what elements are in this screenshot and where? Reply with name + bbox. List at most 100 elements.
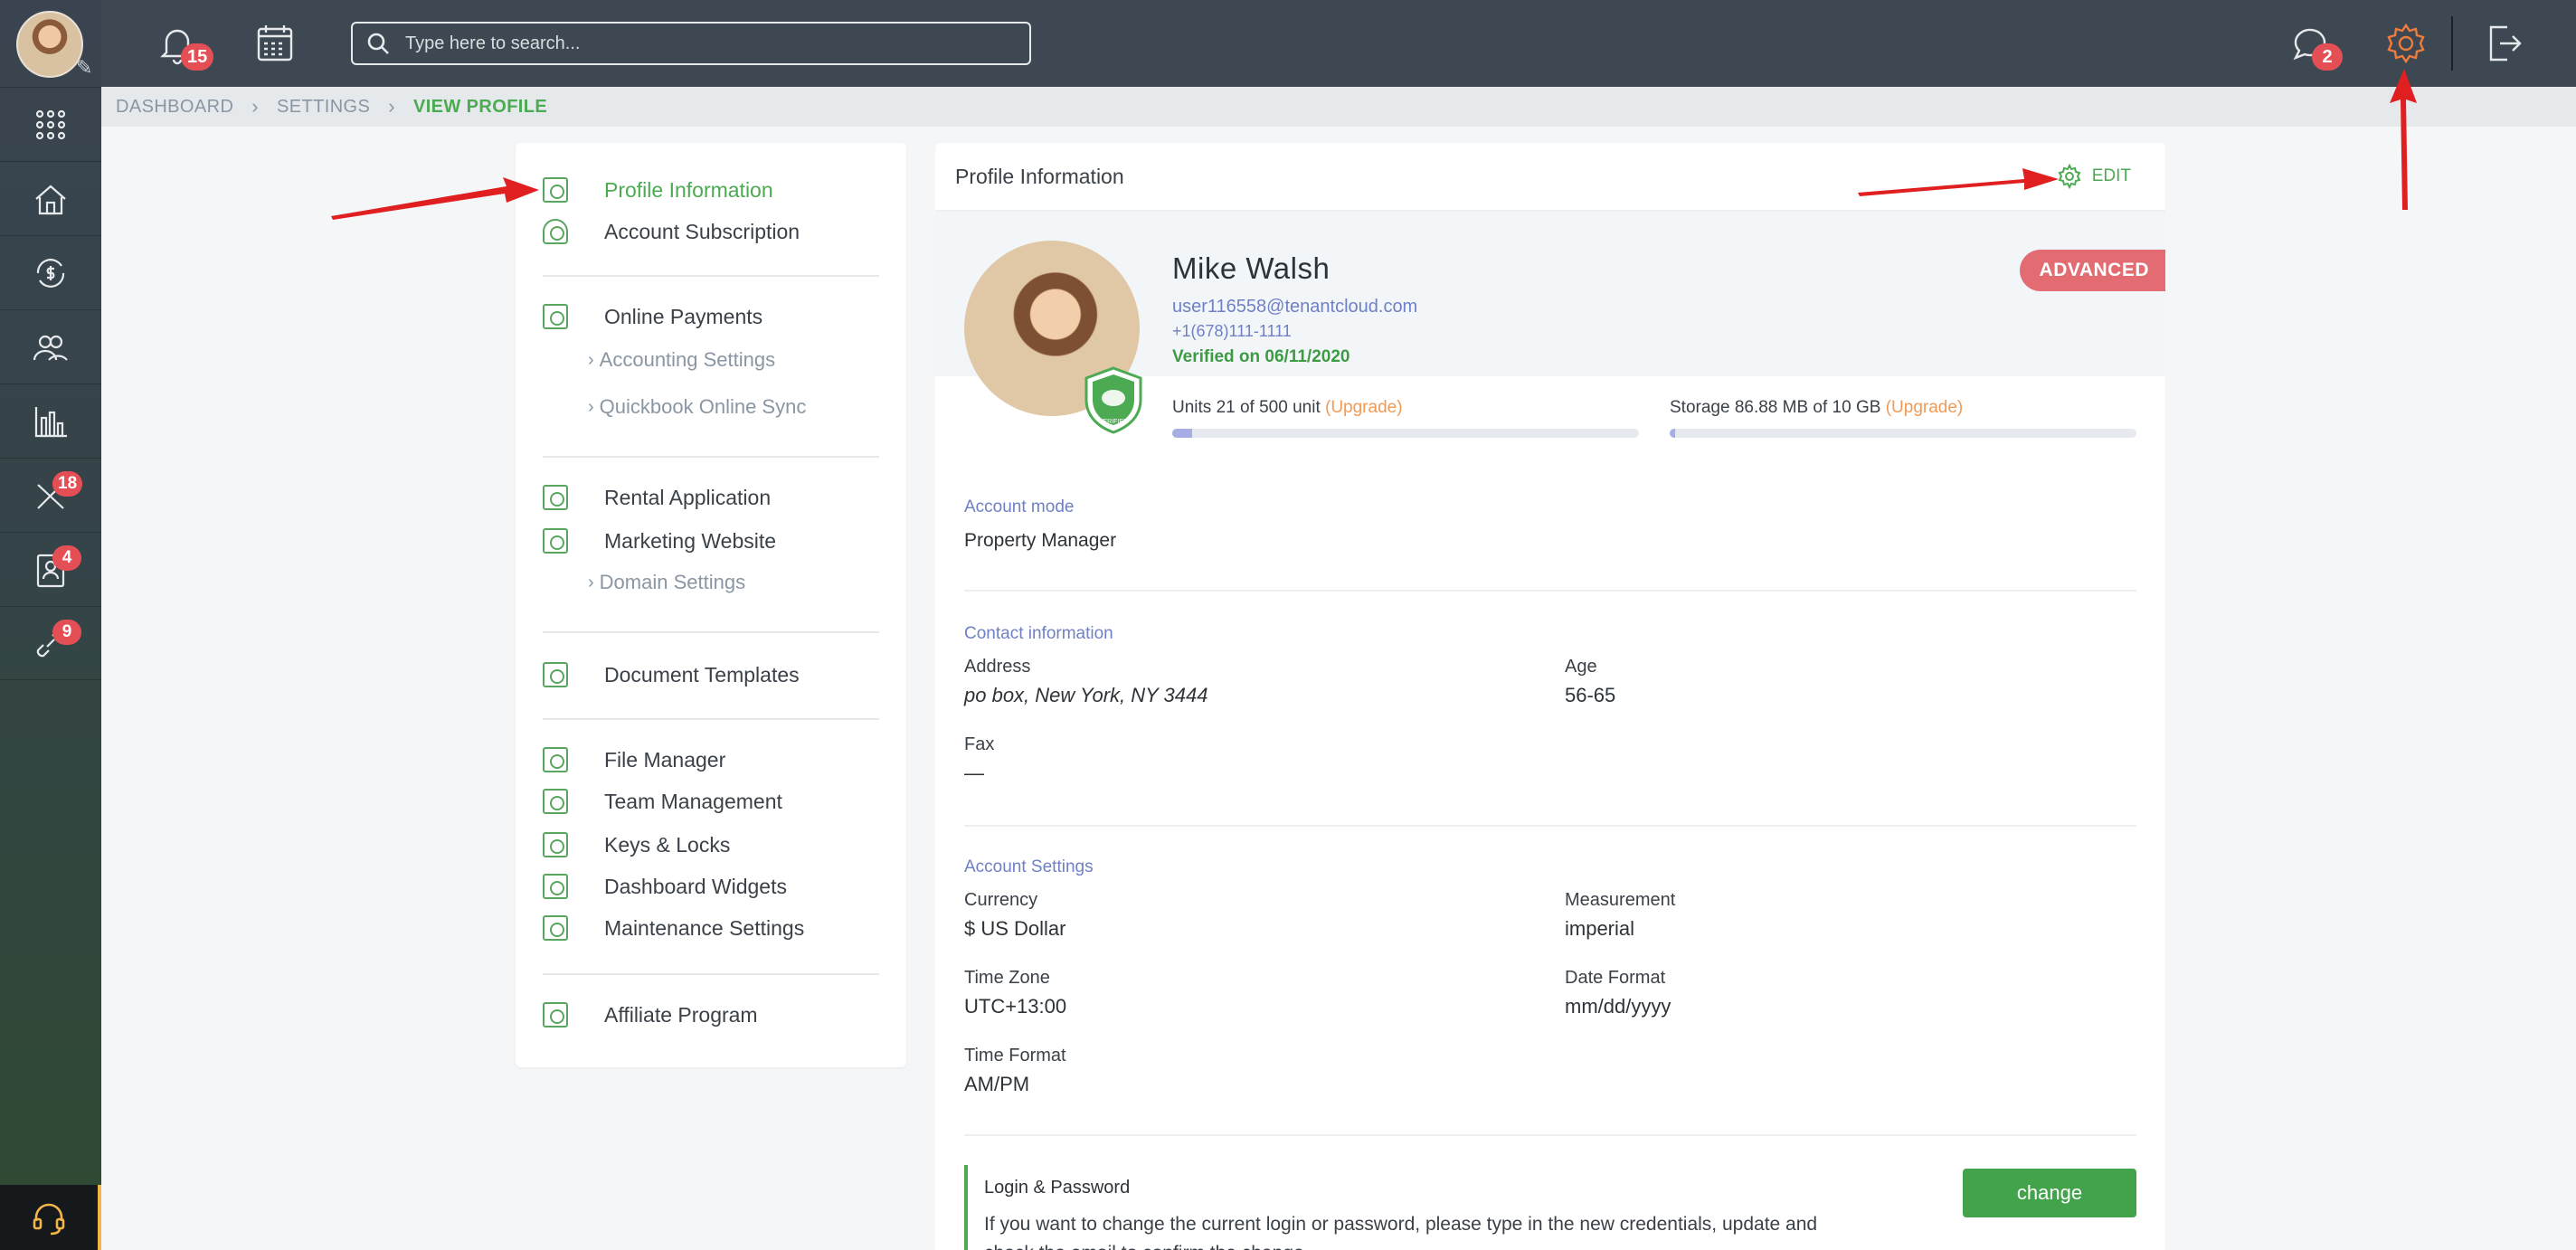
- contacts-badge: 4: [52, 545, 81, 571]
- section-divider: [964, 1134, 2136, 1136]
- age-value: 56-65: [1565, 684, 1616, 706]
- breadcrumb-current: VIEW PROFILE: [412, 96, 548, 117]
- menu-item-label: Accounting Settings: [599, 348, 776, 371]
- page-title: Profile Information: [955, 165, 1124, 188]
- currency-value: $ US Dollar: [964, 917, 1066, 940]
- calendar-icon: [257, 25, 293, 62]
- units-upgrade-link[interactable]: (Upgrade): [1325, 398, 1403, 417]
- pin-icon[interactable]: ✎: [76, 56, 92, 80]
- grid-dots-icon: [35, 109, 66, 139]
- account-mode-heading: Account mode: [964, 497, 1075, 516]
- breadcrumb-settings[interactable]: SETTINGS: [277, 97, 370, 118]
- chevron-right-icon: ›: [588, 396, 594, 417]
- menu-item-affiliate-program[interactable]: Affiliate Program: [543, 997, 758, 1033]
- house-icon: [35, 185, 66, 214]
- menu-item-online-payments[interactable]: Online Payments: [543, 298, 762, 335]
- calendar-button[interactable]: [251, 20, 298, 67]
- affiliate-icon: [543, 1002, 568, 1027]
- profile-card-header: Profile Information EDIT: [935, 143, 2165, 212]
- search-icon: [367, 33, 389, 54]
- links-badge: 9: [52, 620, 81, 645]
- menu-item-label: Maintenance Settings: [604, 915, 805, 940]
- menu-item-accounting-settings[interactable]: › Accounting Settings: [588, 342, 775, 378]
- menu-item-label: Quickbook Online Sync: [599, 395, 807, 418]
- sidebar-item-reports[interactable]: [0, 384, 101, 458]
- gear-icon: [2058, 163, 2081, 190]
- menu-item-label: Rental Application: [604, 485, 772, 509]
- menu-item-label: Dashboard Widgets: [604, 874, 787, 898]
- menu-item-label: Domain Settings: [599, 571, 746, 593]
- menu-item-team-management[interactable]: Team Management: [543, 783, 782, 819]
- units-text: Units 21 of 500 unit: [1172, 398, 1321, 417]
- measurement-label: Measurement: [1565, 890, 1676, 910]
- menu-item-label: Profile Information: [604, 177, 773, 202]
- subscription-icon: [543, 219, 568, 244]
- menu-divider: [543, 631, 879, 633]
- sidebar-item-maintenance[interactable]: 18: [0, 458, 101, 532]
- logout-icon: [2489, 25, 2522, 62]
- profile-phone[interactable]: +1(678)111-1111: [1172, 322, 1292, 341]
- login-password-box: Login & Password If you want to change t…: [964, 1165, 2136, 1250]
- topbar-divider: [2451, 16, 2453, 71]
- user-avatar[interactable]: [16, 11, 83, 78]
- timezone-label: Time Zone: [964, 968, 1050, 988]
- settings-button[interactable]: [2382, 20, 2429, 67]
- menu-divider: [543, 718, 879, 720]
- edit-label: EDIT: [2091, 166, 2131, 185]
- menu-item-marketing-website[interactable]: Marketing Website: [543, 523, 776, 559]
- profile-email[interactable]: user116558@tenantcloud.com: [1172, 297, 1417, 317]
- sidebar-item-contacts[interactable]: 4: [0, 532, 101, 606]
- menu-item-label: Account Subscription: [604, 219, 800, 243]
- logout-button[interactable]: [2480, 20, 2527, 67]
- breadcrumb: DASHBOARD › SETTINGS › VIEW PROFILE: [101, 87, 2576, 127]
- search-box[interactable]: [351, 22, 1031, 65]
- application-icon: [543, 485, 568, 510]
- menu-item-label: Document Templates: [604, 662, 800, 687]
- menu-item-label: Online Payments: [604, 304, 763, 328]
- menu-item-maintenance-settings[interactable]: Maintenance Settings: [543, 910, 804, 946]
- menu-item-label: Keys & Locks: [604, 832, 731, 857]
- sidebar-item-accounting[interactable]: [0, 235, 101, 309]
- menu-item-account-subscription[interactable]: Account Subscription: [543, 213, 800, 250]
- maintenance-icon: [543, 915, 568, 941]
- breadcrumb-dashboard[interactable]: DASHBOARD: [116, 97, 233, 118]
- sidebar-item-links[interactable]: 9: [0, 606, 101, 680]
- menu-item-keys-locks[interactable]: Keys & Locks: [543, 827, 730, 863]
- storage-upgrade-link[interactable]: (Upgrade): [1886, 398, 1964, 417]
- notifications-button[interactable]: 15: [154, 20, 214, 71]
- headset-icon: [33, 1203, 65, 1236]
- chevron-right-icon: ›: [588, 572, 594, 592]
- menu-item-label: File Manager: [604, 747, 726, 772]
- sidebar-item-properties[interactable]: [0, 161, 101, 235]
- menu-item-quickbook-sync[interactable]: › Quickbook Online Sync: [588, 389, 806, 425]
- change-login-button[interactable]: change: [1963, 1169, 2136, 1217]
- maintenance-badge: 18: [52, 471, 83, 497]
- widgets-icon: [543, 874, 568, 899]
- menu-item-document-templates[interactable]: Document Templates: [543, 657, 800, 693]
- fax-label: Fax: [964, 734, 995, 754]
- support-button[interactable]: [0, 1185, 101, 1250]
- edit-button[interactable]: EDIT: [2056, 163, 2131, 190]
- sidebar-item-people[interactable]: [0, 309, 101, 384]
- sidebar-item-apps[interactable]: [0, 87, 101, 161]
- messages-badge: 2: [2312, 43, 2343, 71]
- dateformat-label: Date Format: [1565, 968, 1666, 988]
- menu-item-dashboard-widgets[interactable]: Dashboard Widgets: [543, 868, 787, 904]
- currency-label: Currency: [964, 890, 1038, 910]
- contact-info-heading: Contact information: [964, 624, 1113, 643]
- section-divider: [964, 590, 2136, 592]
- settings-menu: Profile Information Account Subscription…: [516, 143, 906, 1067]
- address-label: Address: [964, 657, 1031, 677]
- login-description: If you want to change the current login …: [984, 1214, 1818, 1250]
- storage-usage: Storage 86.88 MB of 10 GB (Upgrade): [1670, 398, 1963, 418]
- left-sidebar: ✎ 18 4 9: [0, 0, 101, 1250]
- search-input[interactable]: [405, 33, 1029, 54]
- menu-item-rental-application[interactable]: Rental Application: [543, 479, 771, 516]
- menu-item-profile-information[interactable]: Profile Information: [543, 172, 773, 208]
- notifications-badge: 15: [181, 43, 214, 71]
- storage-text: Storage 86.88 MB of 10 GB: [1670, 398, 1881, 417]
- menu-item-file-manager[interactable]: File Manager: [543, 742, 725, 778]
- menu-item-domain-settings[interactable]: › Domain Settings: [588, 564, 745, 601]
- messages-button[interactable]: 2: [2288, 20, 2343, 71]
- dateformat-value: mm/dd/yyyy: [1565, 995, 1672, 1018]
